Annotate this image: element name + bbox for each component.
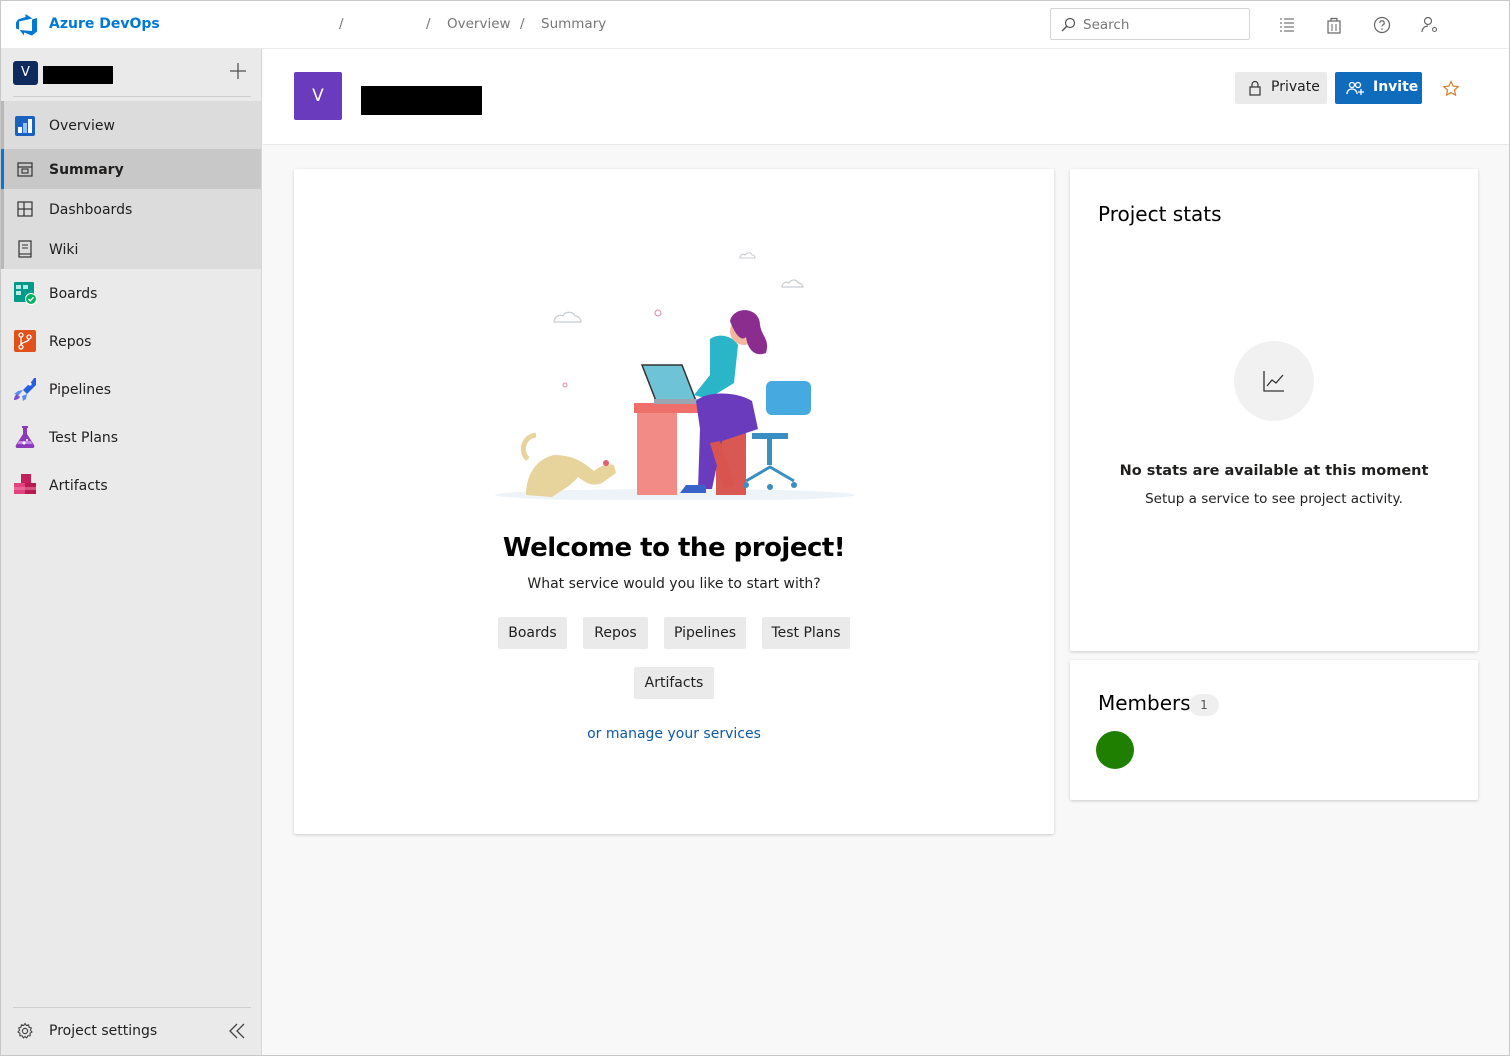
azure-devops-logo-icon[interactable]: [15, 13, 39, 37]
add-icon[interactable]: [227, 60, 249, 82]
sidebar-item-wiki[interactable]: Wiki: [1, 230, 261, 270]
service-boards-button[interactable]: Boards: [498, 617, 567, 649]
project-stats-title: Project stats: [1098, 202, 1222, 226]
project-stats-card: Project stats No stats are available at …: [1070, 169, 1478, 651]
collapse-sidebar-icon[interactable]: [227, 1022, 247, 1040]
breadcrumb-summary[interactable]: Summary: [541, 16, 606, 32]
sidebar-divider: [13, 1007, 251, 1008]
sidebar-item-label: Artifacts: [49, 478, 108, 494]
sidebar-item-label: Summary: [49, 162, 124, 178]
sidebar-item-label: Test Plans: [49, 430, 119, 446]
redacted-project-name: [43, 66, 113, 84]
service-test-plans-button[interactable]: Test Plans: [762, 617, 850, 649]
sidebar-item-label: Wiki: [49, 242, 79, 258]
search-icon: [1061, 17, 1076, 32]
lock-icon: [1249, 80, 1261, 96]
sidebar-item-pipelines[interactable]: Pipelines: [1, 370, 261, 410]
sidebar-item-label: Repos: [49, 334, 92, 350]
welcome-subtitle: What service would you like to start wit…: [527, 576, 821, 592]
private-button-label: Private: [1271, 79, 1320, 95]
search-input[interactable]: [1083, 15, 1243, 35]
sidebar-item-overview[interactable]: Overview: [1, 106, 261, 146]
trend-chart-icon: [1263, 371, 1284, 392]
sidebar-item-label: Overview: [49, 118, 115, 134]
task-list-icon[interactable]: [1277, 15, 1297, 35]
invite-button-label: Invite: [1373, 79, 1419, 95]
wiki-icon: [18, 240, 32, 258]
sidebar-item-label: Boards: [49, 286, 98, 302]
sidebar-item-repos[interactable]: Repos: [1, 322, 261, 362]
add-people-icon: [1346, 81, 1364, 95]
service-artifacts-button[interactable]: Artifacts: [634, 667, 714, 699]
welcome-illustration: [495, 252, 855, 500]
summary-icon: [17, 162, 33, 177]
repos-icon: [14, 330, 36, 352]
no-stats-message: No stats are available at this moment: [1119, 463, 1429, 479]
members-title: Members: [1098, 691, 1191, 715]
welcome-title: Welcome to the project!: [502, 533, 846, 563]
breadcrumb-separator: /: [520, 16, 525, 32]
breadcrumb-separator: /: [339, 16, 344, 32]
search-box[interactable]: [1050, 8, 1250, 40]
sidebar-item-dashboards[interactable]: Dashboards: [1, 190, 261, 230]
private-button[interactable]: Private: [1235, 72, 1327, 104]
project-avatar-large: V: [294, 72, 342, 120]
gear-icon: [17, 1022, 33, 1039]
project-settings-label: Project settings: [49, 1023, 158, 1039]
welcome-card: Welcome to the project! What service wou…: [294, 169, 1054, 834]
sidebar-item-artifacts[interactable]: Artifacts: [1, 466, 261, 506]
members-count-badge: 1: [1189, 694, 1219, 716]
project-settings-link[interactable]: Project settings: [1, 1011, 261, 1051]
sidebar-item-summary[interactable]: Summary: [1, 150, 261, 190]
user-settings-icon[interactable]: [1420, 15, 1440, 35]
artifacts-icon: [14, 474, 36, 494]
test-plans-icon: [15, 426, 35, 448]
project-selector[interactable]: V: [13, 60, 251, 97]
sidebar-item-label: Dashboards: [49, 202, 133, 218]
sidebar-item-test-plans[interactable]: Test Plans: [1, 418, 261, 458]
members-card: Members 1: [1070, 660, 1478, 800]
redacted-project-title: [361, 86, 482, 115]
no-stats-hint: Setup a service to see project activity.: [1145, 491, 1403, 507]
boards-icon: [14, 282, 37, 305]
stats-placeholder: [1234, 341, 1314, 421]
project-avatar[interactable]: V: [13, 61, 38, 85]
sidebar: V Overview Summary Dashboards Wiki Board…: [1, 49, 262, 1055]
project-header: V Private Invite: [263, 49, 1509, 145]
sidebar-item-boards[interactable]: Boards: [1, 274, 261, 314]
brand-name[interactable]: Azure DevOps: [49, 16, 160, 32]
marketplace-bag-icon[interactable]: [1324, 15, 1344, 35]
breadcrumb-separator: /: [426, 16, 431, 32]
overview-icon: [15, 116, 35, 136]
service-pipelines-button[interactable]: Pipelines: [664, 617, 746, 649]
top-bar: Azure DevOps / / Overview / Summary: [1, 1, 1509, 49]
sidebar-item-label: Pipelines: [49, 382, 112, 398]
pipelines-icon: [14, 378, 36, 401]
manage-services-link[interactable]: or manage your services: [294, 726, 1054, 742]
invite-button[interactable]: Invite: [1335, 72, 1422, 104]
service-repos-button[interactable]: Repos: [583, 617, 648, 649]
member-avatar[interactable]: [1096, 731, 1134, 769]
help-icon[interactable]: [1372, 15, 1392, 35]
favorite-star-icon[interactable]: [1441, 79, 1461, 99]
breadcrumb-overview[interactable]: Overview: [447, 16, 511, 32]
dashboards-icon: [17, 201, 33, 217]
